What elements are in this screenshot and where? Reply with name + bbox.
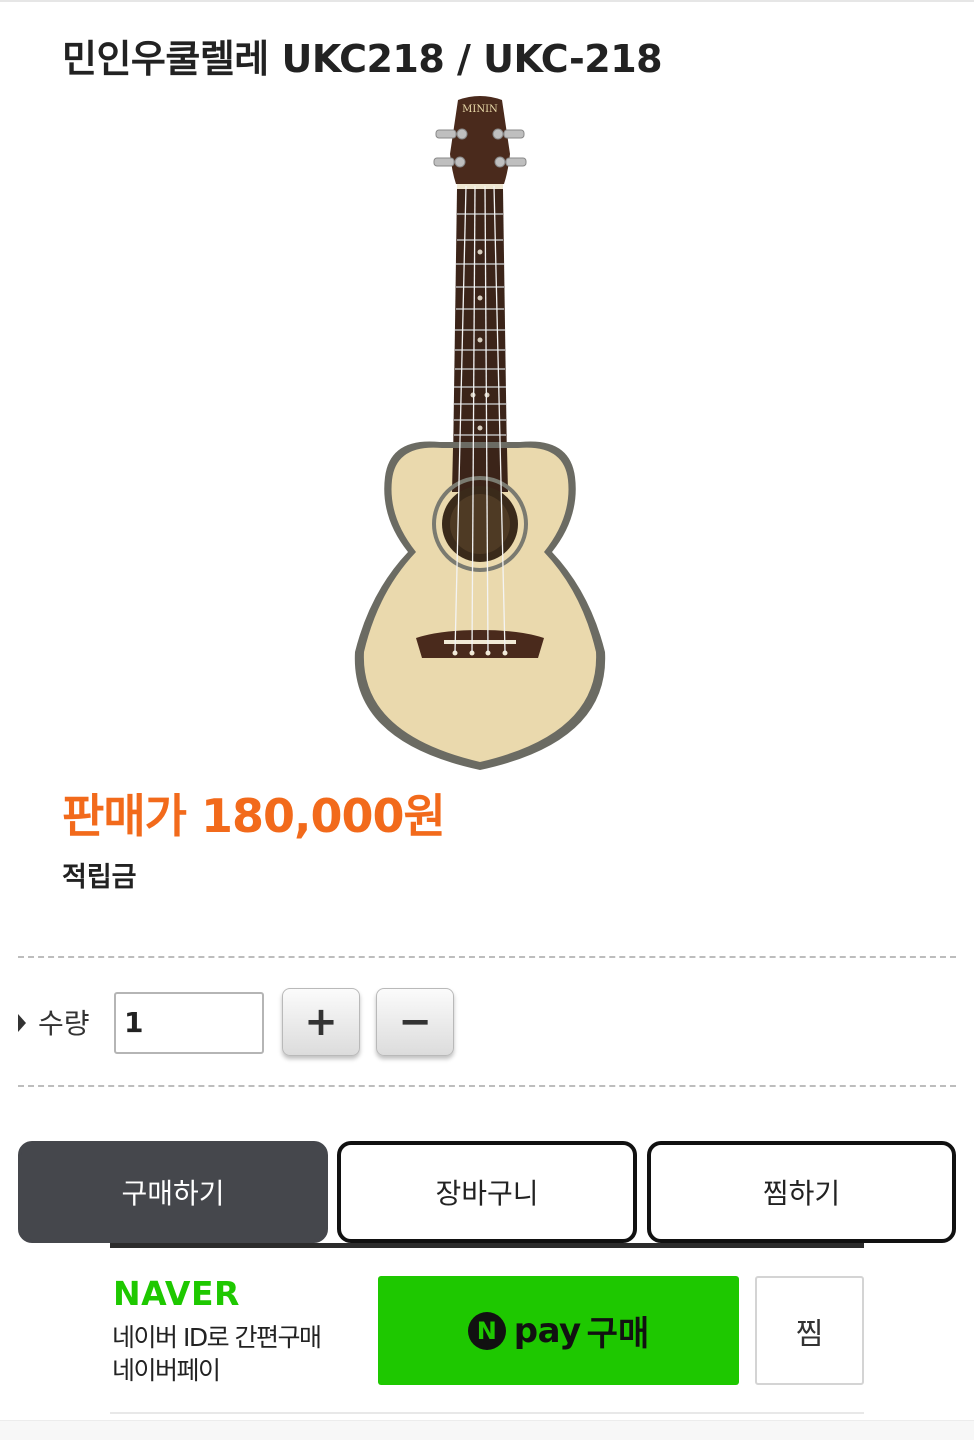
dashed-divider bbox=[18, 956, 956, 958]
npay-buy-label: 구매 bbox=[586, 1314, 650, 1354]
bottom-divider bbox=[110, 1412, 864, 1414]
quantity-row: 수량 1 + − bbox=[16, 988, 476, 1056]
quantity-minus-button[interactable]: − bbox=[376, 988, 454, 1056]
ukulele-product-image: MININ bbox=[354, 96, 606, 770]
add-to-cart-button[interactable]: 장바구니 bbox=[337, 1141, 637, 1243]
quantity-input[interactable]: 1 bbox=[114, 992, 264, 1054]
plus-icon: + bbox=[304, 999, 338, 1045]
naver-pay-divider bbox=[110, 1243, 864, 1248]
naver-n-icon: N bbox=[467, 1311, 506, 1350]
quantity-label: 수량 bbox=[38, 1007, 90, 1040]
naver-zzim-button[interactable]: 찜 bbox=[755, 1276, 864, 1385]
naver-pay-buy-button[interactable]: N pay 구매 bbox=[378, 1276, 739, 1385]
bottom-edge bbox=[0, 1420, 974, 1440]
naver-pay-description: 네이버 ID로 간편구매 bbox=[112, 1323, 322, 1352]
dashed-divider bbox=[18, 1085, 956, 1087]
wishlist-button[interactable]: 찜하기 bbox=[647, 1141, 956, 1243]
caret-right-icon bbox=[18, 1014, 26, 1032]
naver-logo: NAVER bbox=[113, 1274, 240, 1313]
quantity-plus-button[interactable]: + bbox=[282, 988, 360, 1056]
headstock-brand-text: MININ bbox=[462, 104, 498, 115]
npay-label: pay bbox=[513, 1310, 581, 1351]
top-divider bbox=[0, 0, 974, 2]
sale-price: 판매가 180,000원 bbox=[62, 789, 446, 843]
minus-icon: − bbox=[398, 999, 432, 1045]
product-title: 민인우쿨렐레 UKC218 / UKC-218 bbox=[62, 37, 663, 81]
reward-points-label: 적립금 bbox=[62, 862, 137, 893]
naver-pay-name: 네이버페이 bbox=[112, 1356, 221, 1385]
buy-now-button[interactable]: 구매하기 bbox=[18, 1141, 328, 1243]
